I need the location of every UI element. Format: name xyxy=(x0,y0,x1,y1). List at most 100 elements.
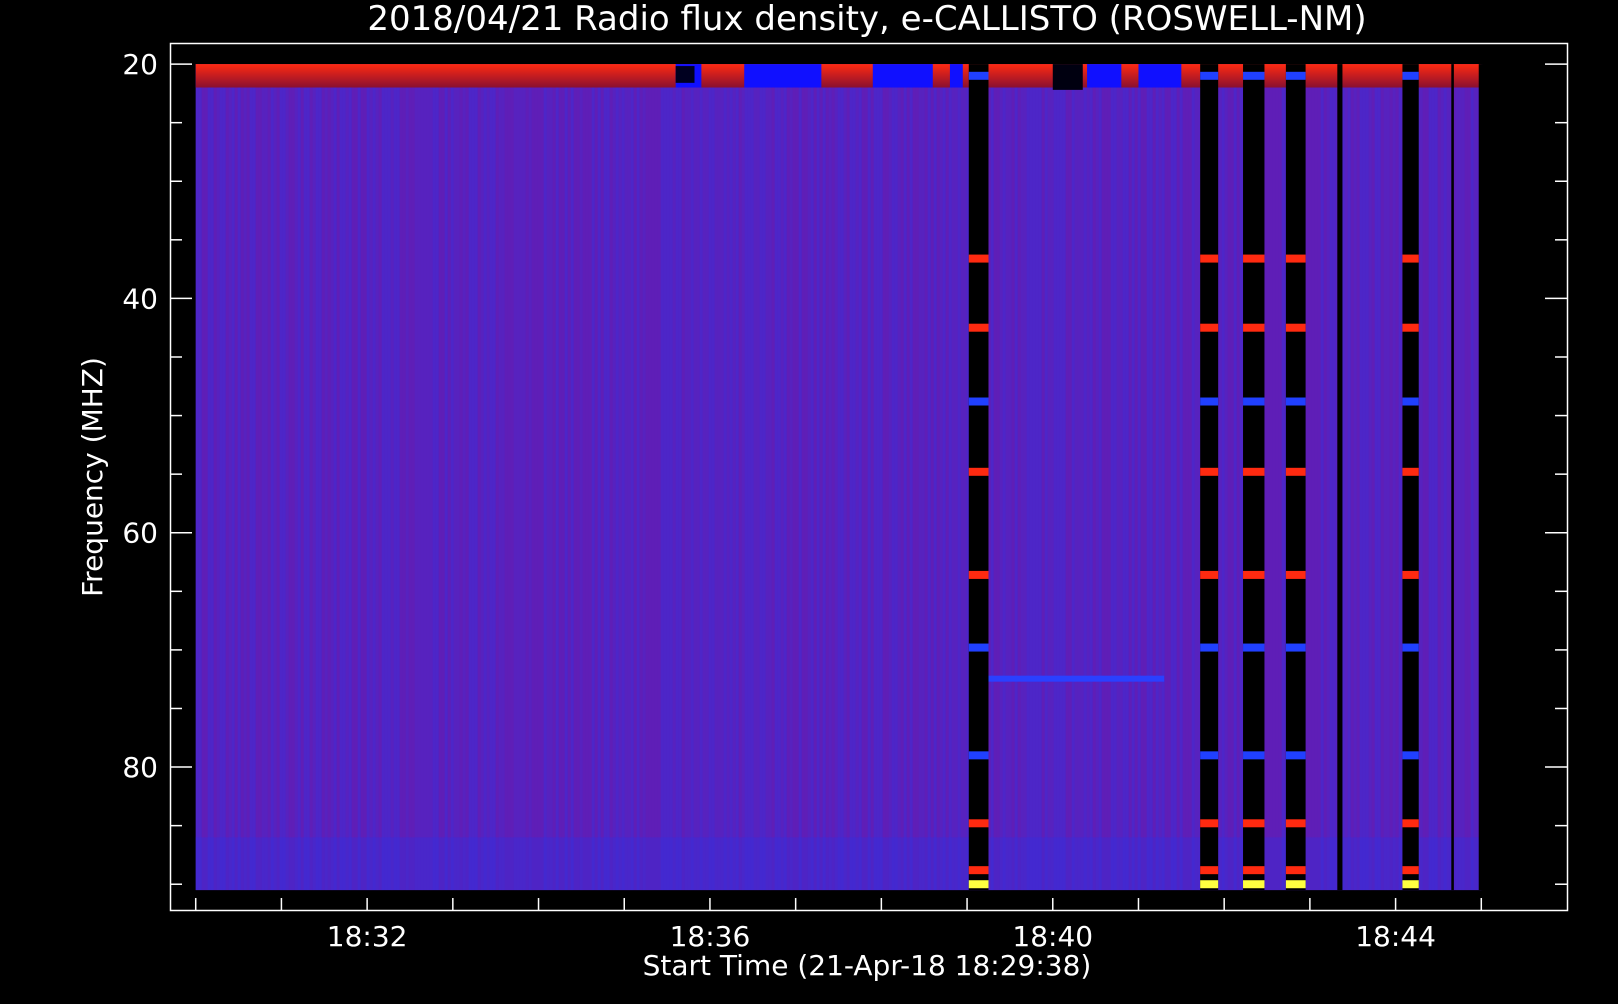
rfi-band-marker xyxy=(1285,866,1306,875)
texture-stripe xyxy=(1473,64,1477,891)
texture-stripe xyxy=(378,64,382,891)
texture-stripe xyxy=(453,64,457,891)
texture-stripe xyxy=(816,64,820,891)
texture-stripe xyxy=(900,64,904,891)
y-tick-label: 20 xyxy=(122,48,158,81)
texture-stripe xyxy=(1230,64,1234,891)
texture-stripe xyxy=(756,64,760,891)
rfi-band-marker xyxy=(1285,467,1306,476)
top-band-dark xyxy=(675,66,695,83)
texture-stripe xyxy=(1470,64,1474,891)
texture-stripe xyxy=(1350,64,1354,891)
texture-stripe xyxy=(768,64,772,891)
texture-stripe xyxy=(867,64,871,891)
texture-stripe xyxy=(1392,64,1396,891)
texture-stripe xyxy=(1431,64,1435,891)
rfi-band-marker xyxy=(1285,71,1306,80)
texture-stripe xyxy=(1308,64,1312,891)
texture-stripe xyxy=(1104,64,1108,891)
rfi-band-marker xyxy=(968,397,989,406)
texture-stripe xyxy=(1377,64,1381,891)
texture-stripe xyxy=(438,64,442,891)
texture-stripe xyxy=(234,64,238,891)
texture-stripe xyxy=(606,64,610,891)
texture-stripe xyxy=(933,64,937,891)
rfi-band-marker xyxy=(1402,254,1419,263)
texture-stripe xyxy=(1062,64,1066,891)
texture-stripe xyxy=(753,64,757,891)
texture-stripe xyxy=(1140,64,1144,891)
texture-stripe xyxy=(1272,64,1276,891)
texture-stripe xyxy=(417,64,421,891)
rfi-band-marker xyxy=(1200,751,1219,760)
texture-stripe xyxy=(855,64,859,891)
rfi-band-marker xyxy=(1200,254,1219,263)
texture-stripe xyxy=(882,64,886,891)
texture-stripe xyxy=(675,64,679,891)
texture-stripe xyxy=(1224,64,1228,891)
texture-stripe xyxy=(1275,64,1279,891)
texture-stripe xyxy=(531,64,535,891)
texture-stripe xyxy=(1314,64,1318,891)
texture-stripe xyxy=(1083,64,1087,891)
x-tick-label: 18:32 xyxy=(327,920,408,953)
rfi-band-marker xyxy=(1402,467,1419,476)
y-tick-label: 80 xyxy=(122,751,158,784)
rfi-band-marker xyxy=(968,570,989,579)
texture-stripe xyxy=(285,64,289,891)
texture-stripe xyxy=(735,64,739,891)
texture-stripe xyxy=(654,64,658,891)
texture-stripe xyxy=(273,64,277,891)
texture-stripe xyxy=(270,64,274,891)
rfi-band-marker xyxy=(1243,254,1265,263)
texture-stripe xyxy=(462,64,466,891)
texture-stripe xyxy=(483,64,487,891)
texture-stripe xyxy=(1146,64,1150,891)
texture-stripe xyxy=(594,64,598,891)
texture-stripe xyxy=(1041,64,1045,891)
data-gap xyxy=(1243,64,1265,891)
texture-stripe xyxy=(777,64,781,891)
texture-stripe xyxy=(897,64,901,891)
texture-stripe xyxy=(1443,64,1447,891)
y-tick-label: 40 xyxy=(122,282,158,315)
rfi-band-marker xyxy=(1200,819,1219,828)
texture-stripe xyxy=(825,64,829,891)
texture-stripe xyxy=(693,64,697,891)
spectrogram-image xyxy=(195,64,1486,891)
texture-stripe xyxy=(507,64,511,891)
texture-stripe xyxy=(666,64,670,891)
texture-stripe xyxy=(1455,64,1459,891)
texture-stripe xyxy=(1395,64,1399,891)
texture-stripe xyxy=(804,64,808,891)
rfi-band-marker xyxy=(1243,397,1265,406)
rfi-band-marker xyxy=(1243,866,1265,875)
texture-stripe xyxy=(1323,64,1327,891)
texture-stripe xyxy=(807,64,811,891)
texture-stripe xyxy=(1017,64,1021,891)
texture-stripe xyxy=(717,64,721,891)
texture-stripe xyxy=(1035,64,1039,891)
texture-stripe xyxy=(837,64,841,891)
x-axis-label: Start Time (21-Apr-18 18:29:38) xyxy=(643,949,1092,982)
texture-stripe xyxy=(906,64,910,891)
texture-stripe xyxy=(534,64,538,891)
texture-stripe xyxy=(600,64,604,891)
texture-stripe xyxy=(1344,64,1348,891)
texture-stripe xyxy=(1164,64,1168,891)
texture-stripe xyxy=(711,64,715,891)
texture-stripe xyxy=(486,64,490,891)
texture-stripe xyxy=(1119,64,1123,891)
texture-stripe xyxy=(528,64,532,891)
texture-stripe xyxy=(1446,64,1450,891)
texture-stripe xyxy=(828,64,832,891)
texture-stripe xyxy=(789,64,793,891)
texture-stripe xyxy=(390,64,394,891)
texture-stripe xyxy=(885,64,889,891)
texture-stripe xyxy=(216,64,220,891)
texture-stripe xyxy=(1128,64,1132,891)
texture-stripe xyxy=(414,64,418,891)
texture-stripe xyxy=(1227,64,1231,891)
texture-stripe xyxy=(321,64,325,891)
texture-stripe xyxy=(1152,64,1156,891)
